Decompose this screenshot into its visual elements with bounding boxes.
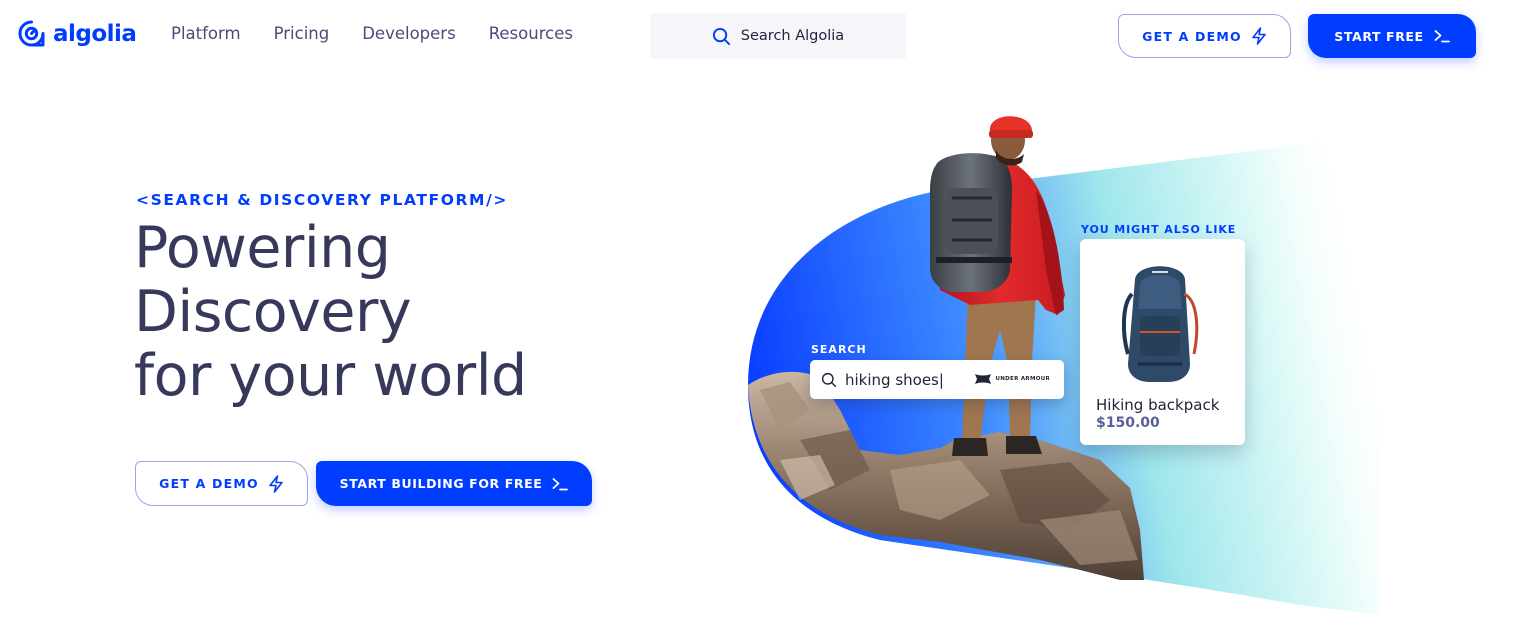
nav-start-free-label: START FREE (1334, 28, 1424, 44)
nav-link-pricing[interactable]: Pricing (274, 24, 330, 43)
recommendation-label: YOU MIGHT ALSO LIKE (1081, 223, 1237, 236)
visual-search-label: SEARCH (811, 343, 867, 356)
search-icon (712, 27, 730, 45)
under-armour-mark-icon (974, 374, 991, 384)
nav-start-free-button[interactable]: START FREE (1308, 14, 1476, 58)
lightning-icon (269, 474, 283, 493)
headline-line-3: for your world (134, 343, 527, 409)
nav-get-demo-button[interactable]: GET A DEMO (1118, 14, 1291, 58)
terminal-prompt-icon (1434, 30, 1450, 43)
nav-link-platform[interactable]: Platform (171, 24, 241, 43)
hero-start-building-label: START BUILDING FOR FREE (339, 476, 543, 491)
backpack-product-image (1121, 266, 1199, 382)
hero-eyebrow: <SEARCH & DISCOVERY PLATFORM/> (136, 191, 508, 209)
lightning-icon (1252, 27, 1266, 45)
nav-link-developers[interactable]: Developers (362, 24, 455, 43)
site-search-input[interactable]: Search Algolia (650, 13, 906, 59)
headline-line-2: Discovery (134, 279, 412, 345)
nav-link-resources[interactable]: Resources (489, 24, 573, 43)
search-icon (821, 372, 837, 387)
demo-search-query: hiking shoes| (845, 370, 944, 389)
under-armour-wordmark: UNDER ARMOUR (995, 376, 1050, 382)
product-price: $150.00 (1096, 415, 1160, 431)
algolia-logo[interactable]: algolia (18, 20, 137, 47)
top-navigation: algolia Platform Pricing Developers Reso… (0, 0, 1519, 72)
nav-get-demo-label: GET A DEMO (1142, 28, 1242, 44)
hero-headline: Powering Discovery for your world (134, 216, 527, 408)
recommended-product-card[interactable]: Hiking backpack $150.00 (1080, 239, 1245, 445)
demo-search-box[interactable]: hiking shoes| UNDER ARMOUR (810, 360, 1064, 399)
terminal-prompt-icon (552, 477, 569, 490)
hero-get-demo-label: GET A DEMO (159, 476, 259, 491)
under-armour-logo: UNDER ARMOUR (974, 373, 1050, 385)
main-menu: Platform Pricing Developers Resources (171, 24, 573, 43)
logo-wordmark: algolia (53, 20, 137, 47)
hero-get-demo-button[interactable]: GET A DEMO (135, 461, 308, 506)
search-placeholder: Search Algolia (740, 28, 845, 44)
hero-start-building-button[interactable]: START BUILDING FOR FREE (316, 461, 592, 506)
product-name: Hiking backpack (1096, 396, 1220, 414)
algolia-mark-icon (18, 20, 45, 47)
headline-line-1: Powering (134, 215, 391, 281)
